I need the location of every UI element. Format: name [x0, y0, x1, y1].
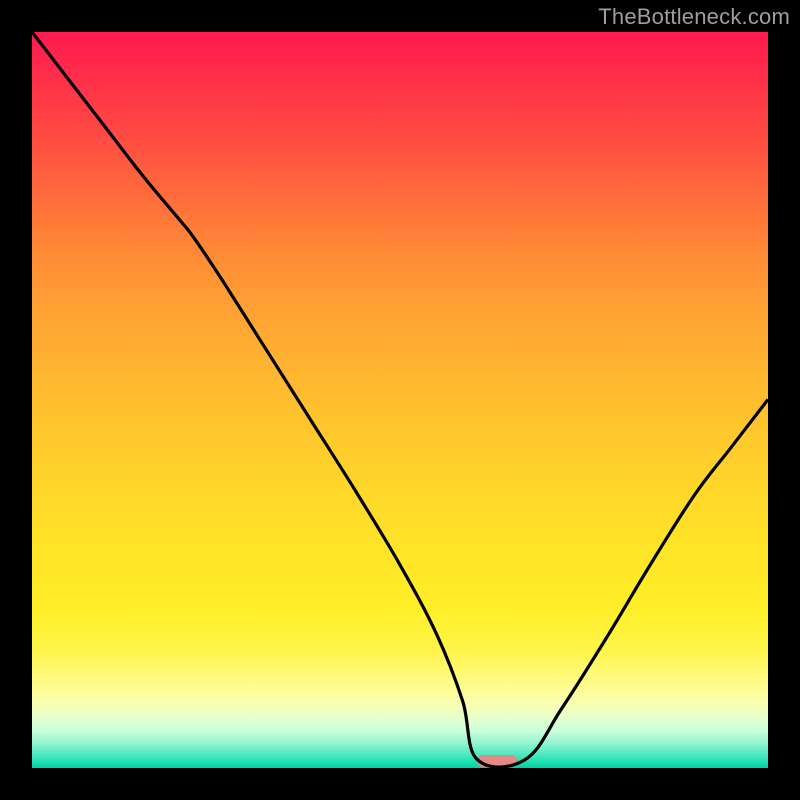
bottleneck-curve [32, 32, 768, 768]
watermark-text: TheBottleneck.com [598, 4, 790, 30]
curve-path [32, 32, 768, 767]
chart-frame: TheBottleneck.com [0, 0, 800, 800]
plot-area [32, 32, 768, 768]
